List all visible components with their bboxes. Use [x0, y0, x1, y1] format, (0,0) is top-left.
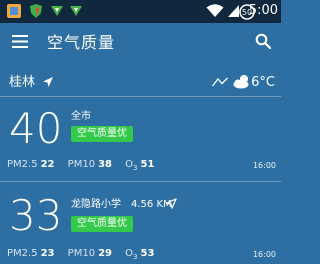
wifi-icon	[206, 4, 224, 17]
app-bar: 空气质量	[0, 23, 281, 64]
location-arrow-icon	[43, 77, 53, 87]
aqi-value: 33	[9, 191, 63, 240]
search-icon[interactable]	[255, 33, 271, 49]
pm25-label: PM2.5	[7, 248, 38, 259]
station-name: 龙隐路小学	[71, 199, 121, 210]
update-time: 16:00	[252, 250, 276, 259]
pm25-value: 23	[40, 248, 55, 259]
pm10-label: PM10	[67, 248, 96, 259]
app-notification-icon	[7, 4, 21, 18]
pm10-value: 38	[98, 159, 112, 170]
city-name[interactable]: 桂林	[9, 74, 35, 92]
pollutant-metrics: PM2.5 23 PM10 29 O3 53	[7, 247, 164, 264]
status-bar: 50 5:00	[0, 0, 281, 23]
shield-app-icon	[30, 4, 42, 18]
pm10-label: PM10	[67, 159, 96, 170]
air-quality-badge: 空气质量优	[71, 126, 133, 142]
navigation-arrow-icon[interactable]	[166, 198, 177, 209]
air-quality-badge: 空气质量优	[71, 216, 133, 232]
o3-value: 53	[140, 248, 155, 259]
green-app-icon	[51, 6, 63, 16]
pm10-value: 29	[98, 248, 112, 259]
update-time: 16:00	[252, 161, 276, 170]
temperature: 6°C	[251, 75, 275, 90]
status-time: 5:00	[248, 3, 278, 18]
o3-label: O3	[125, 159, 138, 172]
hamburger-menu-icon[interactable]	[12, 35, 28, 48]
pollutant-metrics: PM2.5 22 PM10 38 O3 51	[7, 158, 164, 175]
aqi-value: 40	[9, 104, 63, 153]
page-title: 空气质量	[47, 33, 116, 52]
screen: 50 5:00 空气质量 桂林 6°C 40 全市 空气质量优 PM2.5 22…	[0, 0, 281, 264]
o3-label: O3	[125, 248, 138, 261]
green-app-icon	[70, 6, 82, 16]
partly-cloudy-icon	[233, 75, 249, 89]
pm25-label: PM2.5	[7, 159, 38, 170]
city-row[interactable]: 桂林 6°C	[0, 68, 281, 97]
o3-value: 51	[140, 159, 155, 170]
station-card[interactable]: 40 全市 空气质量优 PM2.5 22 PM10 38 O3 51 16:00	[0, 99, 281, 182]
station-name: 全市	[71, 111, 91, 122]
station-card[interactable]: 33 龙隐路小学 4.56 KM 空气质量优 PM2.5 23 PM10 29 O3…	[0, 184, 281, 264]
trend-icon	[212, 77, 228, 87]
pm25-value: 22	[40, 159, 55, 170]
